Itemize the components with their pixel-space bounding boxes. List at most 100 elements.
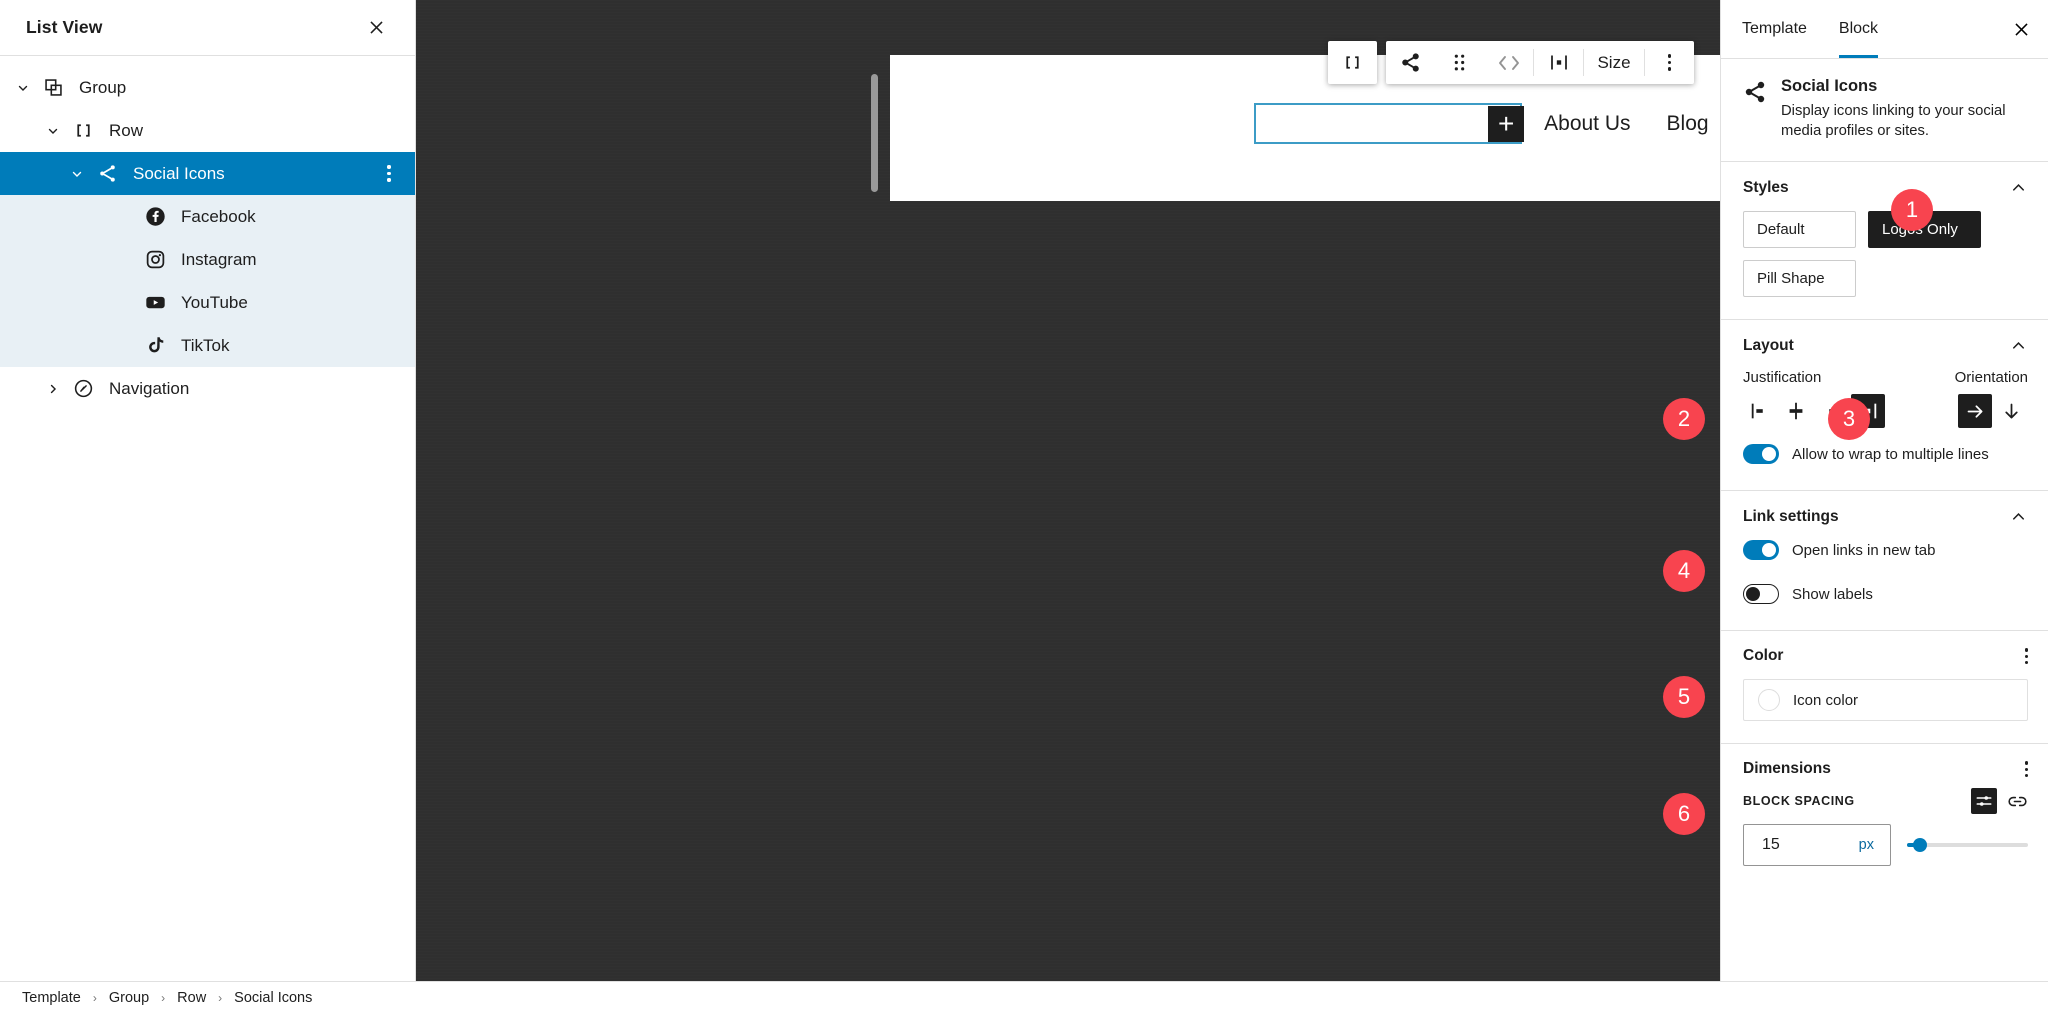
toolbar-group-parent [1328, 41, 1377, 84]
nav-link-about-us[interactable]: About Us [1526, 112, 1648, 136]
size-button[interactable]: Size [1584, 41, 1644, 84]
wrap-toggle[interactable] [1743, 444, 1779, 465]
list-view-item-label: Instagram [181, 249, 257, 269]
show-labels-toggle-row: Show labels [1743, 584, 2028, 605]
annotation-badge-1: 1 [1891, 189, 1933, 231]
editor-canvas: + About UsBlogContact UsHomeServices [416, 0, 2048, 981]
layout-panel-header[interactable]: Layout [1743, 336, 2028, 355]
inspector-tabs: Template Block [1721, 0, 2048, 59]
more-options-icon[interactable] [1645, 41, 1694, 84]
social-icons-placeholder[interactable]: + [1254, 103, 1525, 144]
more-options-icon[interactable] [2024, 761, 2028, 778]
justification-label: Justification [1743, 369, 1822, 387]
breadcrumb-item-row[interactable]: Row [177, 990, 206, 1006]
list-view-item-label: Row [109, 120, 144, 140]
color-panel-header: Color [1743, 647, 2028, 665]
open-new-tab-toggle[interactable] [1743, 540, 1779, 561]
block-spacing-unit[interactable]: px [1859, 837, 1874, 853]
show-labels-toggle[interactable] [1743, 584, 1779, 605]
editor-main-row: List View Group Row Social Icons Facebook In… [0, 0, 2048, 981]
breadcrumb-item-group[interactable]: Group [109, 990, 149, 1006]
annotation-badge-4: 4 [1663, 550, 1705, 592]
list-view-item-label: Facebook [181, 206, 256, 226]
list-view-item-youtube[interactable]: YouTube [0, 281, 415, 324]
chevron-up-icon[interactable] [2009, 336, 2028, 355]
nav-link-blog[interactable]: Blog [1649, 112, 1727, 136]
tab-template[interactable]: Template [1726, 0, 1823, 58]
block-inspector: Template Block Social Icons Display icon… [1720, 0, 2048, 981]
breadcrumb-item-social-icons[interactable]: Social Icons [234, 990, 312, 1006]
icon-color-row[interactable]: Icon color [1743, 679, 2028, 722]
list-view-item-facebook[interactable]: Facebook [0, 195, 415, 238]
style-option-default[interactable]: Default [1743, 211, 1856, 249]
chevron-down-icon[interactable] [8, 81, 38, 95]
orientation-group [1958, 394, 2028, 429]
chevron-up-icon[interactable] [2009, 178, 2028, 197]
close-icon[interactable] [1999, 7, 2043, 51]
block-spacing-input[interactable]: 15 px [1743, 824, 1891, 867]
share-icon [1743, 77, 1767, 141]
icon-color-swatch[interactable] [1758, 689, 1780, 712]
row-block-icon[interactable] [1328, 41, 1377, 84]
justify-space-between-icon[interactable] [1534, 41, 1583, 84]
breadcrumb-item-template[interactable]: Template [22, 990, 81, 1006]
block-spacing-value: 15 [1762, 836, 1780, 854]
list-view-header: List View [0, 0, 415, 56]
block-spacing-slider[interactable] [1907, 835, 2028, 855]
dimensions-panel-header: Dimensions [1743, 760, 2028, 778]
share-icon[interactable] [1386, 41, 1435, 84]
list-view-item-social-icons[interactable]: Social Icons [0, 152, 415, 195]
color-panel: Color Icon color [1721, 631, 2048, 745]
list-view-item-label: TikTok [181, 335, 230, 355]
sides-icon[interactable] [1971, 788, 1997, 815]
close-icon[interactable] [359, 11, 393, 45]
chevron-down-icon[interactable] [62, 167, 92, 181]
list-view-item-row[interactable]: Row [0, 109, 415, 152]
styles-panel: Styles Default Logos Only Pill Shape [1721, 162, 2048, 321]
style-option-pill-shape[interactable]: Pill Shape [1743, 260, 1856, 298]
orientation-label: Orientation [1954, 369, 2028, 387]
chevron-down-icon[interactable] [38, 124, 68, 138]
list-view-item-label: Navigation [109, 378, 190, 398]
layout-panel: Layout Justification Orientation Allow t… [1721, 320, 2048, 492]
drag-handle-icon[interactable] [1435, 41, 1484, 84]
styles-panel-header[interactable]: Styles [1743, 178, 2028, 197]
block-spacing-label: BLOCK SPACING [1743, 794, 1855, 809]
slider-knob[interactable] [1913, 838, 1928, 853]
navigation-icon [68, 378, 98, 399]
list-view-item-label: YouTube [181, 292, 248, 312]
plus-icon[interactable]: + [1488, 106, 1525, 142]
list-view-item-group[interactable]: Group [0, 66, 415, 109]
chevron-right-icon[interactable] [38, 382, 68, 396]
styles-title: Styles [1743, 178, 1789, 196]
link-settings-title: Link settings [1743, 507, 1839, 525]
new-tab-toggle-row: Open links in new tab [1743, 540, 2028, 561]
list-view-panel: List View Group Row Social Icons Facebook In… [0, 0, 416, 981]
tab-block[interactable]: Block [1823, 0, 1894, 58]
link-icon[interactable] [2007, 791, 2028, 812]
link-settings-header[interactable]: Link settings [1743, 507, 2028, 526]
justify-left-icon[interactable] [1743, 394, 1777, 428]
open-new-tab-label: Open links in new tab [1792, 541, 1936, 559]
block-editor-root: List View Group Row Social Icons Facebook In… [0, 0, 2048, 1013]
more-options-icon[interactable] [2024, 648, 2028, 665]
chevron-up-icon[interactable] [2009, 507, 2028, 526]
justify-center-icon[interactable] [1779, 394, 1813, 428]
list-view-tree: Group Row Social Icons Facebook Instagram You… [0, 56, 415, 410]
arrow-right-icon[interactable] [1958, 394, 1992, 429]
row-icon [68, 120, 98, 141]
list-view-title: List View [26, 17, 103, 37]
more-options-icon[interactable] [379, 162, 399, 186]
block-description: Display icons linking to your social med… [1781, 103, 2006, 140]
list-view-item-instagram[interactable]: Instagram [0, 238, 415, 281]
layout-controls [1743, 394, 2028, 429]
block-spacing-controls: 15 px [1743, 824, 2028, 867]
list-view-item-navigation[interactable]: Navigation [0, 367, 415, 410]
canvas-resize-handle-left[interactable] [871, 74, 878, 192]
move-prev-next-icon[interactable] [1484, 41, 1533, 84]
block-spacing-header: BLOCK SPACING [1743, 788, 2028, 815]
dimensions-title: Dimensions [1743, 760, 1831, 778]
arrow-down-icon[interactable] [1994, 394, 2028, 428]
list-view-item-tiktok[interactable]: TikTok [0, 324, 415, 367]
annotation-badge-5: 5 [1663, 676, 1705, 718]
